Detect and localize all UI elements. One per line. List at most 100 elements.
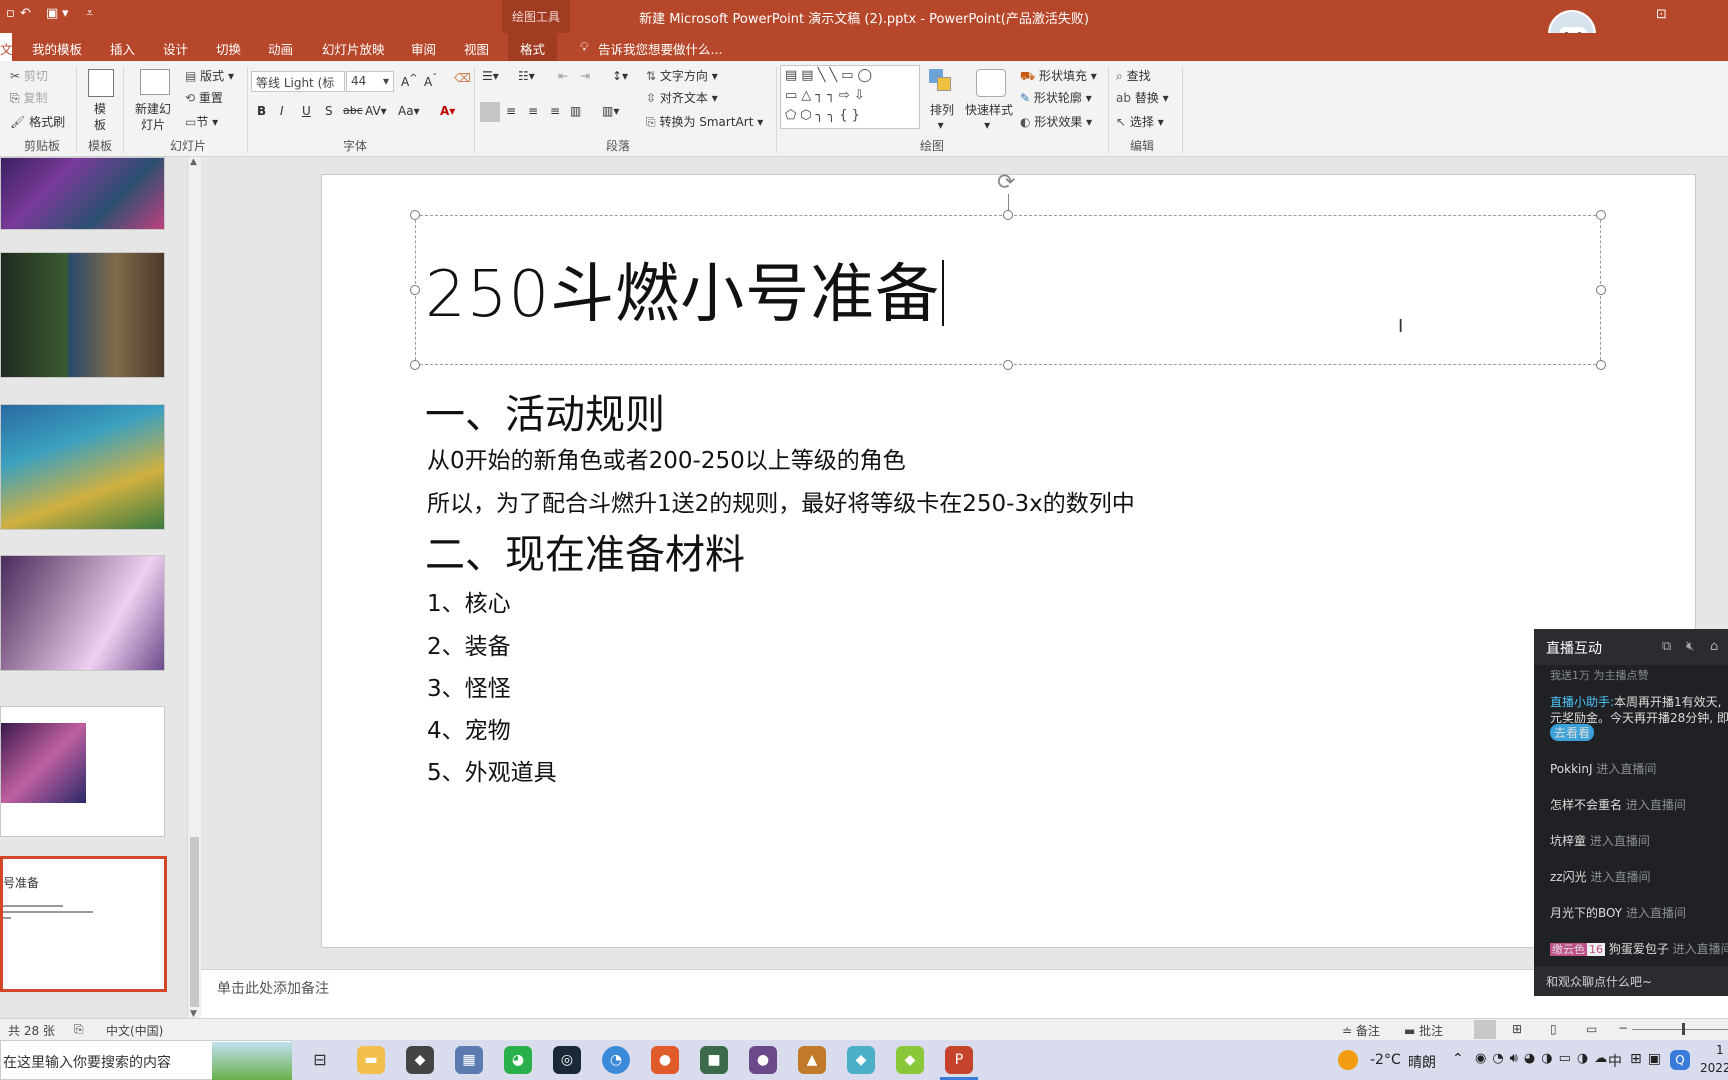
spell-check-icon[interactable]: ⎘ [74, 1022, 84, 1037]
slide-thumbnail-selected[interactable]: 号准备 [0, 856, 167, 992]
tab-my-templates[interactable]: 我的模板 [32, 39, 82, 58]
shape-effects-button[interactable]: ◐ 形状效果 ▾ [1020, 113, 1092, 130]
lock-icon[interactable]: ⌂ [1710, 639, 1718, 654]
columns-icon[interactable]: ▥▾ [602, 104, 619, 118]
tab-file[interactable]: 文件 [0, 33, 12, 61]
slide-thumbnail[interactable] [0, 252, 165, 378]
list-item[interactable]: 1、核心 [427, 584, 511, 618]
format-painter-button[interactable]: 🖌︎ 格式刷 [10, 113, 65, 130]
scrollbar-thumb[interactable] [190, 837, 199, 1007]
reset-button[interactable]: ⟲ 重置 [185, 89, 223, 106]
change-case-icon[interactable]: Aa▾ [398, 104, 420, 118]
list-item[interactable]: 2、装备 [427, 627, 511, 661]
notes-pane[interactable]: 单击此处添加备注 [201, 969, 1728, 1019]
normal-view-icon[interactable] [1474, 1020, 1496, 1039]
thumbnail-scrollbar[interactable]: ▲ ▼ [187, 157, 201, 1022]
clear-formatting-icon[interactable]: ⌫ [454, 71, 471, 85]
font-color-icon[interactable]: A▾ [440, 104, 455, 118]
numbering-icon[interactable]: ☷▾ [518, 69, 535, 83]
font-name-combo[interactable]: 等线 Light (标 [251, 71, 345, 92]
resize-handle[interactable] [1596, 360, 1606, 370]
italic-icon[interactable]: I [280, 104, 284, 118]
wechat-icon[interactable]: ◕ [504, 1046, 532, 1074]
weather-text[interactable]: 晴朗 [1408, 1052, 1436, 1072]
calculator-icon[interactable]: ▦ [455, 1046, 483, 1074]
slide-title[interactable]: 250斗燃小号准备 [425, 243, 945, 335]
tell-me-search[interactable]: 告诉我您想要做什么... [598, 39, 722, 58]
ime-indicator[interactable]: 中 [1608, 1051, 1622, 1071]
font-size-combo[interactable]: 44 ▾ [346, 71, 394, 92]
tab-review[interactable]: 审阅 [411, 39, 436, 58]
list-item[interactable]: 3、怪怪 [427, 669, 511, 703]
tab-format[interactable]: 格式 [508, 33, 558, 61]
cut-button[interactable]: ✂ 剪切 [10, 67, 48, 84]
body-line[interactable]: 从0开始的新角色或者200-250以上等级的角色 [427, 441, 906, 475]
app-icon[interactable]: ▲ [798, 1046, 826, 1074]
chat-input[interactable]: 和观众聊点什么吧~ [1534, 966, 1728, 996]
increase-indent-icon[interactable]: ⇥ [580, 69, 590, 83]
smartart-button[interactable]: ⎘ 转换为 SmartArt ▾ [646, 113, 763, 130]
heading-materials[interactable]: 二、现在准备材料 [425, 522, 745, 580]
tray-icons[interactable]: ⊞▣ [1630, 1051, 1667, 1067]
popout-icon[interactable]: ⧉ [1662, 639, 1671, 654]
shape-outline-button[interactable]: ✎ 形状轮廓 ▾ [1020, 89, 1092, 106]
resize-handle[interactable] [1596, 285, 1606, 295]
line-spacing-icon[interactable]: ↕▾ [612, 69, 628, 83]
chevron-up-icon[interactable]: ⌃ [1452, 1051, 1464, 1067]
browser-icon[interactable]: ◔ [602, 1046, 630, 1074]
resize-handle[interactable] [410, 210, 420, 220]
resize-handle[interactable] [410, 360, 420, 370]
template-button[interactable]: 模板 [94, 101, 108, 133]
grow-font-icon[interactable]: A^ [401, 73, 418, 89]
app-icon[interactable]: ◆ [896, 1046, 924, 1074]
resize-handle[interactable] [1003, 210, 1013, 220]
align-center-icon[interactable]: ≡ [506, 104, 516, 118]
slideshow-view-icon[interactable]: ▭ [1586, 1022, 1597, 1036]
decrease-indent-icon[interactable]: ⇤ [558, 69, 568, 83]
shape-fill-button[interactable]: ⛟ 形状填充 ▾ [1020, 67, 1097, 85]
scroll-up-icon[interactable]: ▲ [190, 157, 197, 167]
replace-button[interactable]: ab 替换 ▾ [1116, 89, 1169, 106]
heading-rules[interactable]: 一、活动规则 [425, 382, 665, 440]
tab-animations[interactable]: 动画 [268, 39, 293, 58]
mute-icon[interactable]: 🔇︎ [1686, 639, 1694, 654]
text-direction-button[interactable]: ⇅ 文字方向 ▾ [646, 67, 718, 84]
weather-icon[interactable] [1338, 1050, 1358, 1070]
resize-handle[interactable] [1003, 360, 1013, 370]
app-icon[interactable]: ● [749, 1046, 777, 1074]
reading-view-icon[interactable]: ▯ [1550, 1022, 1557, 1036]
underline-icon[interactable]: U [302, 104, 311, 118]
zoom-slider-thumb[interactable] [1682, 1023, 1685, 1035]
section-button[interactable]: ▭节 ▾ [185, 113, 218, 130]
align-left-icon[interactable] [480, 102, 500, 122]
comments-toggle-button[interactable]: ▬ 批注 [1404, 1022, 1443, 1039]
go-watch-link[interactable]: 去看看 [1550, 724, 1595, 741]
find-button[interactable]: ⌕ 查找 [1116, 67, 1151, 84]
body-line[interactable]: 所以，为了配合斗燃升1送2的规则，最好将等级卡在250-3x的数列中 [427, 484, 1135, 518]
app-icon[interactable]: ◆ [406, 1046, 434, 1074]
shapes-gallery[interactable]: ▤▤╲╲▭◯ ▭△┐┐⇨⇩ ⬠⬡╮╮{} [780, 65, 920, 129]
strikethrough-icon[interactable]: abc [343, 104, 363, 117]
text-shadow-icon[interactable]: S [325, 104, 333, 118]
slide-thumbnail[interactable] [0, 404, 165, 530]
slide-thumbnail[interactable] [0, 157, 165, 230]
bullets-icon[interactable]: ☰▾ [482, 69, 499, 83]
slide-thumbnail[interactable] [0, 555, 165, 671]
list-item[interactable]: 5、外观道具 [427, 753, 557, 787]
powerpoint-icon[interactable]: P [945, 1046, 973, 1074]
language-indicator[interactable]: 中文(中国) [106, 1022, 163, 1039]
quick-styles-button[interactable]: 快速样式 ▾ [965, 101, 1013, 132]
justify-icon[interactable]: ≡ [550, 104, 560, 118]
character-spacing-icon[interactable]: AV▾ [365, 104, 387, 118]
slide-sorter-icon[interactable]: ⊞ [1512, 1022, 1522, 1036]
task-view-icon[interactable]: ⊟ [306, 1046, 334, 1074]
align-right-icon[interactable]: ≡ [528, 104, 538, 118]
notes-toggle-button[interactable]: ≐ 备注 [1342, 1022, 1380, 1039]
arrange-button[interactable]: 排列 ▾ [930, 101, 954, 132]
qq-icon[interactable]: Q [1670, 1050, 1690, 1070]
layout-button[interactable]: ▤ 版式 ▾ [185, 67, 234, 84]
select-button[interactable]: ↖ 选择 ▾ [1116, 113, 1164, 130]
ribbon-display-options-icon[interactable]: ⊡ [1656, 7, 1667, 22]
app-icon[interactable]: ● [651, 1046, 679, 1074]
new-slide-button[interactable]: 新建幻灯片 [133, 101, 173, 133]
